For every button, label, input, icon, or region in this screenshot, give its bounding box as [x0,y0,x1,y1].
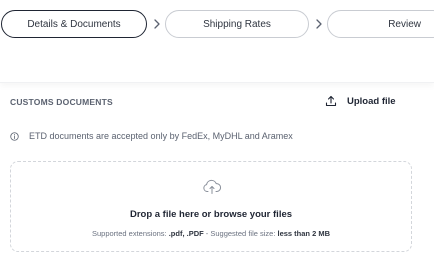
step-label: Details & Documents [27,18,121,30]
checkout-stepper: Details & Documents Shipping Rates Revie… [0,0,434,83]
upload-icon [325,95,337,107]
step-details-documents[interactable]: Details & Documents [1,10,147,38]
info-icon [10,131,19,141]
file-dropzone[interactable]: Drop a file here or browse your files Su… [10,161,412,252]
upload-file-button[interactable]: Upload file [325,92,396,110]
section-title: CUSTOMS DOCUMENTS [10,97,113,107]
hint-middle: - Suggested file size: [203,229,278,238]
dropzone-hint: Supported extensions: .pdf, .PDF - Sugge… [11,229,411,238]
chevron-right-icon [316,19,322,29]
step-label: Shipping Rates [203,18,271,30]
etd-notice: ETD documents are accepted only by FedEx… [10,131,293,141]
customs-documents-header: CUSTOMS DOCUMENTS Upload file [0,82,434,122]
supported-extensions: .pdf, .PDF [168,229,204,238]
cloud-upload-icon [203,179,222,194]
notice-text: ETD documents are accepted only by FedEx… [29,131,293,141]
dropzone-title: Drop a file here or browse your files [129,209,293,220]
step-review[interactable]: Review [327,10,434,38]
chevron-right-icon [154,19,160,29]
hint-prefix: Supported extensions: [91,229,169,238]
step-shipping-rates[interactable]: Shipping Rates [165,10,309,38]
size-limit: less than 2 MB [277,229,331,238]
step-label: Review [388,18,421,30]
upload-file-label: Upload file [347,95,396,107]
